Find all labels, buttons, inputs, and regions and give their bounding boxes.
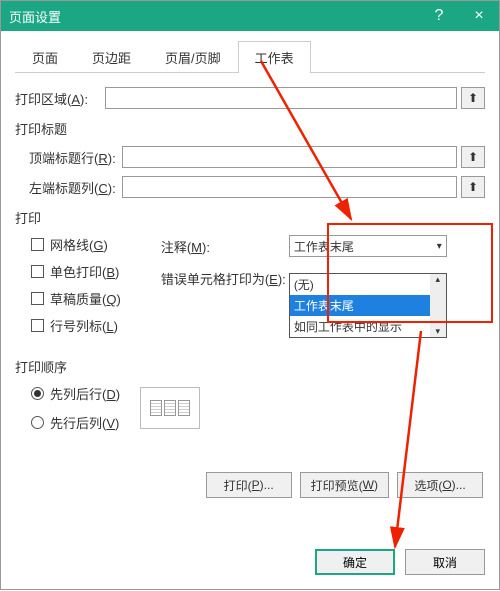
chevron-down-icon: ▾	[437, 241, 442, 252]
checkbox-icon	[31, 238, 44, 251]
tab-page[interactable]: 页面	[15, 41, 75, 73]
print-button[interactable]: 打印(P)...	[206, 472, 292, 498]
collapse-icon: ⬆	[468, 180, 478, 194]
dropdown-option-end[interactable]: 工作表末尾	[290, 295, 446, 316]
left-cols-label: 左端标题列(C):	[15, 178, 122, 197]
top-rows-label: 顶端标题行(R):	[15, 148, 122, 167]
down-then-over-radio[interactable]: 先列后行(D)	[31, 384, 120, 403]
print-area-label: 打印区域(A):	[15, 89, 105, 108]
window-title: 页面设置	[9, 7, 419, 26]
errors-label: 错误单元格打印为(E):	[161, 269, 289, 288]
mono-checkbox[interactable]: 单色打印(B)	[31, 262, 121, 281]
dropdown-option-as-displayed[interactable]: 如同工作表中的显示	[290, 316, 446, 337]
tab-margins[interactable]: 页边距	[75, 41, 148, 73]
footer-buttons: 打印(P)... 打印预览(W) 选项(O)...	[15, 472, 485, 498]
tab-header-footer[interactable]: 页眉/页脚	[148, 41, 238, 73]
headings-checkbox[interactable]: 行号列标(L)	[31, 316, 121, 335]
comments-dropdown: (无) 工作表末尾 如同工作表中的显示 ▴▾	[289, 273, 447, 338]
ok-button[interactable]: 确定	[315, 549, 395, 575]
print-group-label: 打印	[15, 208, 485, 227]
range-picker-button[interactable]: ⬆	[461, 87, 485, 109]
comments-combo[interactable]: 工作表末尾 ▾	[289, 235, 447, 257]
dropdown-option-none[interactable]: (无)	[290, 274, 446, 295]
order-preview-icon	[140, 387, 200, 429]
dialog-content: 页面 页边距 页眉/页脚 工作表 打印区域(A): ⬆ 打印标题 顶端标题行(R…	[1, 31, 499, 498]
range-picker-button[interactable]: ⬆	[461, 146, 485, 168]
top-rows-input[interactable]	[122, 146, 457, 168]
cancel-button[interactable]: 取消	[405, 549, 485, 575]
tab-bar: 页面 页边距 页眉/页脚 工作表	[15, 41, 485, 73]
collapse-icon: ⬆	[468, 91, 478, 105]
tab-sheet[interactable]: 工作表	[238, 41, 311, 73]
collapse-icon: ⬆	[468, 150, 478, 164]
print-area-input[interactable]	[105, 87, 457, 109]
radio-icon	[31, 387, 44, 400]
radio-icon	[31, 416, 44, 429]
titles-group-label: 打印标题	[15, 119, 485, 138]
left-cols-input[interactable]	[122, 176, 457, 198]
checkbox-icon	[31, 265, 44, 278]
dialog-buttons: 确定 取消	[315, 549, 485, 575]
dialog-window: 页面设置 ? × 页面 页边距 页眉/页脚 工作表 打印区域(A): ⬆ 打印标…	[0, 0, 500, 590]
print-right-column: 注释(M): 工作表末尾 ▾ 错误单元格打印为(E): (无) 工作表末尾 如同…	[161, 235, 485, 296]
print-area-row: 打印区域(A): ⬆	[15, 87, 485, 109]
print-checkboxes: 网格线(G) 单色打印(B) 草稿质量(Q) 行号列标(L)	[15, 235, 121, 335]
titlebar: 页面设置 ? ×	[1, 1, 499, 31]
checkbox-icon	[31, 292, 44, 305]
draft-checkbox[interactable]: 草稿质量(Q)	[31, 289, 121, 308]
range-picker-button[interactable]: ⬆	[461, 176, 485, 198]
help-button[interactable]: ?	[419, 1, 459, 31]
comments-combo-value: 工作表末尾	[294, 238, 354, 255]
over-then-down-radio[interactable]: 先行后列(V)	[31, 413, 120, 432]
gridlines-checkbox[interactable]: 网格线(G)	[31, 235, 121, 254]
scroll-up-icon: ▴	[436, 274, 441, 285]
comments-label: 注释(M):	[161, 237, 289, 256]
dropdown-scrollbar[interactable]: ▴▾	[430, 274, 446, 337]
close-button[interactable]: ×	[459, 1, 499, 31]
order-group-label: 打印顺序	[15, 357, 485, 376]
scroll-down-icon: ▾	[436, 326, 441, 337]
checkbox-icon	[31, 319, 44, 332]
preview-button[interactable]: 打印预览(W)	[300, 472, 389, 498]
options-button[interactable]: 选项(O)...	[397, 472, 483, 498]
